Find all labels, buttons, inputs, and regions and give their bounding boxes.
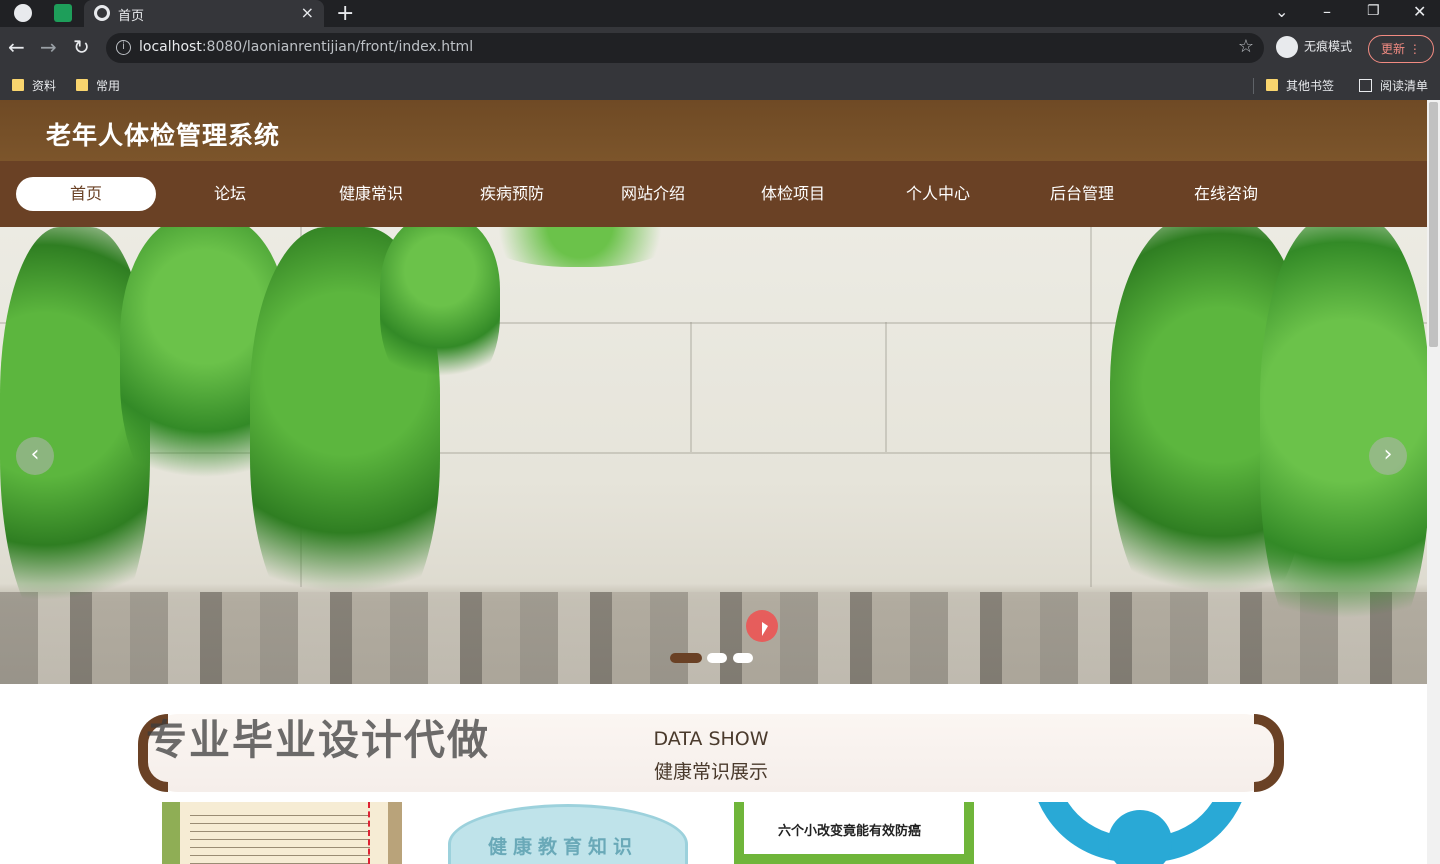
other-bookmarks[interactable]: 其他书签 [1266, 77, 1334, 94]
card-3-text: 六个小改变竟能有效防癌 [778, 824, 922, 839]
globe-icon [94, 5, 110, 21]
site-title: 老年人体检管理系统 [46, 121, 281, 150]
carousel-prev-button[interactable]: ‹ [16, 437, 54, 475]
nav-personal-center[interactable]: 个人中心 [868, 177, 1008, 211]
forward-icon[interactable]: → [40, 37, 57, 57]
active-tab[interactable]: 首页 × [84, 0, 324, 27]
main-nav: 首页 论坛 健康常识 疾病预防 网站介绍 体检项目 个人中心 后台管理 在线咨询 [0, 161, 1427, 227]
nav-health-knowledge[interactable]: 健康常识 [301, 177, 441, 211]
back-icon[interactable]: ← [8, 37, 25, 57]
poster-border [368, 802, 370, 864]
more-icon: ⋮ [1408, 42, 1421, 56]
mouse-cursor [746, 610, 778, 642]
nav-forum[interactable]: 论坛 [160, 177, 300, 211]
wall-line [885, 322, 887, 452]
tab-close-icon[interactable]: × [301, 3, 314, 22]
tab-search-icon[interactable]: ⌄ [1275, 2, 1288, 21]
site-header: 老年人体检管理系统 [0, 100, 1427, 161]
incognito-icon [1276, 36, 1298, 58]
health-card-4[interactable] [1020, 802, 1260, 864]
carousel-banner[interactable]: ‹ › [0, 227, 1427, 684]
health-card-3[interactable]: 六个小改变竟能有效防癌 [734, 802, 974, 864]
nav-disease-prevention[interactable]: 疾病预防 [442, 177, 582, 211]
bookmark-divider [1253, 78, 1254, 94]
scrollbar-thumb[interactable] [1429, 102, 1438, 347]
nav-home[interactable]: 首页 [16, 177, 156, 211]
carousel-dot[interactable] [707, 653, 727, 663]
url-text[interactable]: localhost:8080/laonianrentijian/front/in… [139, 39, 473, 55]
nav-site-intro[interactable]: 网站介绍 [583, 177, 723, 211]
site-info-icon[interactable]: i [116, 40, 131, 55]
update-button[interactable]: 更新 ⋮ [1368, 35, 1434, 63]
sheets-app-icon[interactable] [54, 4, 72, 22]
folder-icon [12, 79, 24, 91]
reading-list[interactable]: 阅读清单 [1359, 77, 1428, 94]
browser-toolbar: ← → ↻ i localhost:8080/laonianrentijian/… [0, 27, 1440, 71]
restore-button[interactable]: ❐ [1367, 3, 1380, 19]
browser-menu-icon[interactable] [14, 4, 32, 22]
page-viewport: 老年人体检管理系统 首页 论坛 健康常识 疾病预防 网站介绍 体检项目 个人中心… [0, 100, 1440, 864]
bookmark-folder-ziliao[interactable]: 资料 [12, 77, 56, 94]
reading-list-icon [1359, 79, 1372, 92]
card-2-text: 健康教育知识 [488, 836, 639, 858]
nav-online-consult[interactable]: 在线咨询 [1156, 177, 1296, 211]
vine-top-center [480, 227, 680, 267]
carousel-next-button[interactable]: › [1369, 437, 1407, 475]
nav-checkup-items[interactable]: 体检项目 [723, 177, 863, 211]
folder-icon [1266, 79, 1278, 91]
carousel-dot[interactable] [733, 653, 753, 663]
health-card-1[interactable] [162, 802, 402, 864]
page-scrollbar[interactable] [1427, 100, 1440, 864]
carousel-dot[interactable] [670, 653, 702, 663]
bookmark-folder-changyong[interactable]: 常用 [76, 77, 120, 94]
folder-icon [76, 79, 88, 91]
nav-admin[interactable]: 后台管理 [1012, 177, 1152, 211]
minimize-button[interactable]: – [1323, 2, 1331, 21]
address-bar[interactable]: i localhost:8080/laonianrentijian/front/… [106, 33, 1264, 63]
reload-icon[interactable]: ↻ [73, 37, 90, 57]
bookmark-star-icon[interactable]: ☆ [1238, 36, 1254, 57]
bookmarks-bar: 资料 常用 其他书签 阅读清单 [0, 71, 1440, 100]
vine-left-4 [380, 227, 500, 397]
health-card-2[interactable]: 健康教育知识 [448, 802, 688, 864]
wall-line [690, 322, 692, 452]
close-window-button[interactable]: ✕ [1413, 2, 1426, 21]
poster-text-lines [190, 808, 370, 864]
watermark-text: 专业毕业设计代做 [146, 716, 490, 764]
browser-tabbar: 首页 × + ⌄ – ❐ ✕ [0, 0, 1440, 27]
wall-line [1090, 227, 1092, 587]
tab-title: 首页 [118, 9, 145, 24]
new-tab-button[interactable]: + [336, 1, 354, 26]
incognito-indicator[interactable]: 无痕模式 [1276, 36, 1352, 62]
